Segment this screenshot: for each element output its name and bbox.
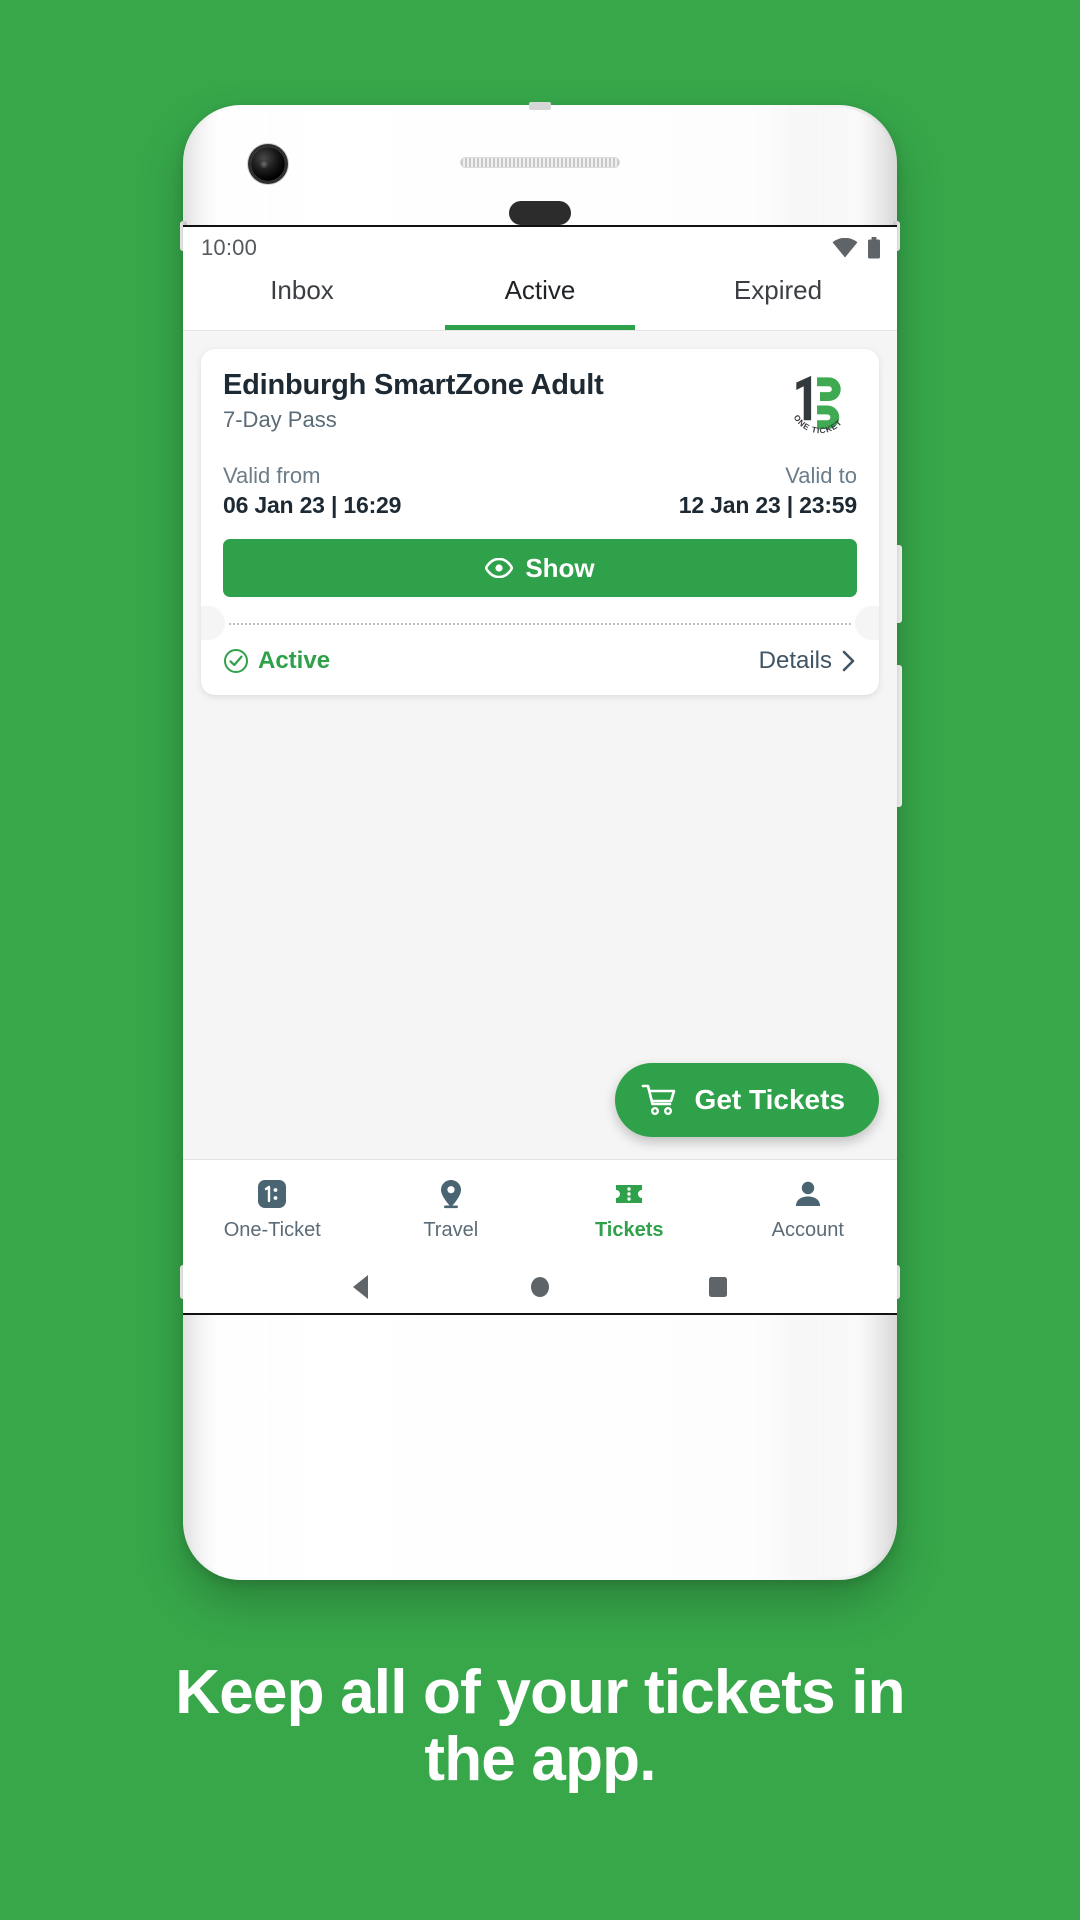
- check-circle-icon: [224, 649, 248, 673]
- details-link[interactable]: Details: [759, 647, 857, 675]
- nav-item-tickets[interactable]: Tickets: [540, 1176, 719, 1242]
- promo-caption: Keep all of your tickets in the app.: [0, 1658, 1080, 1794]
- nav-item-one-ticket[interactable]: One-Ticket: [183, 1176, 362, 1242]
- status-badge: Active: [223, 647, 330, 675]
- promo-caption-line-2: the app.: [424, 1724, 656, 1794]
- status-bar-clock: 10:00: [201, 235, 258, 260]
- phone-screen: 10:00 Inbox Active Expired Edinburgh Sma…: [183, 225, 897, 1315]
- valid-from-label: Valid from: [223, 463, 321, 488]
- recents-square-icon[interactable]: [701, 1270, 735, 1304]
- bottom-navigation-bar: One-Ticket Travel Tickets Account: [183, 1159, 897, 1257]
- nav-item-account[interactable]: Account: [719, 1176, 898, 1242]
- android-system-navigation: [183, 1257, 897, 1313]
- proximity-sensor-icon: [509, 201, 571, 225]
- valid-from-block: Valid from 06 Jan 23 | 16:29: [223, 463, 401, 519]
- home-circle-icon[interactable]: [523, 1270, 557, 1304]
- ticket-title-block: Edinburgh SmartZone Adult 7-Day Pass: [223, 369, 604, 433]
- nav-label-travel: Travel: [423, 1218, 479, 1241]
- ticket-card[interactable]: Edinburgh SmartZone Adult 7-Day Pass ONE…: [201, 349, 879, 695]
- one-ticket-icon: [258, 1179, 287, 1208]
- tab-expired[interactable]: Expired: [659, 269, 897, 330]
- valid-to-block: Valid to 12 Jan 23 | 23:59: [679, 463, 857, 519]
- map-pin-icon: [440, 1179, 461, 1208]
- nav-item-travel[interactable]: Travel: [362, 1176, 541, 1242]
- nav-label-account: Account: [771, 1218, 844, 1241]
- one-ticket-logo-icon: ONE TICKET: [792, 375, 843, 435]
- tab-bar: Inbox Active Expired: [183, 269, 897, 331]
- back-triangle-icon[interactable]: [345, 1270, 379, 1304]
- ticket-icon: [616, 1184, 643, 1203]
- shopping-cart-icon: [641, 1084, 675, 1116]
- eye-icon: [485, 558, 514, 578]
- ticket-subtitle: 7-Day Pass: [223, 407, 337, 433]
- ticket-card-top: Edinburgh SmartZone Adult 7-Day Pass ONE…: [201, 349, 879, 611]
- ticket-validity-row: Valid from 06 Jan 23 | 16:29 Valid to 12…: [223, 463, 857, 519]
- tab-active[interactable]: Active: [421, 269, 659, 330]
- ticket-perforation-divider: [201, 611, 879, 635]
- valid-to-label: Valid to: [785, 463, 857, 488]
- nav-label-one-ticket: One-Ticket: [223, 1218, 321, 1241]
- phone-mockup: 10:00 Inbox Active Expired Edinburgh Sma…: [180, 102, 902, 1580]
- person-icon: [795, 1181, 820, 1206]
- get-tickets-label: Get Tickets: [694, 1084, 845, 1115]
- tab-inbox[interactable]: Inbox: [183, 269, 421, 330]
- dotted-divider-line: [229, 623, 851, 625]
- battery-icon: [868, 237, 880, 259]
- get-tickets-button[interactable]: Get Tickets: [614, 1063, 879, 1137]
- nav-label-tickets: Tickets: [594, 1218, 664, 1241]
- status-badge-label: Active: [258, 647, 331, 674]
- ticket-header: Edinburgh SmartZone Adult 7-Day Pass ONE…: [223, 369, 857, 441]
- show-ticket-button[interactable]: Show: [223, 539, 857, 597]
- status-bar-icons: [832, 237, 881, 259]
- details-link-label: Details: [758, 647, 832, 674]
- valid-to-value: 12 Jan 23 | 23:59: [678, 492, 857, 518]
- chevron-right-icon: [842, 650, 855, 672]
- earpiece-speaker-icon: [460, 157, 620, 168]
- promo-caption-line-1: Keep all of your tickets in: [175, 1658, 905, 1727]
- phone-top-bump: [529, 102, 551, 110]
- ticket-card-footer: Active Details: [201, 635, 879, 695]
- tickets-list-container: Edinburgh SmartZone Adult 7-Day Pass ONE…: [183, 331, 897, 1159]
- show-ticket-label: Show: [525, 552, 595, 583]
- ticket-title: Edinburgh SmartZone Adult: [223, 369, 604, 401]
- valid-from-value: 06 Jan 23 | 16:29: [223, 492, 402, 518]
- front-camera-icon: [251, 147, 285, 181]
- status-bar: 10:00: [183, 227, 897, 269]
- wifi-icon: [832, 238, 858, 258]
